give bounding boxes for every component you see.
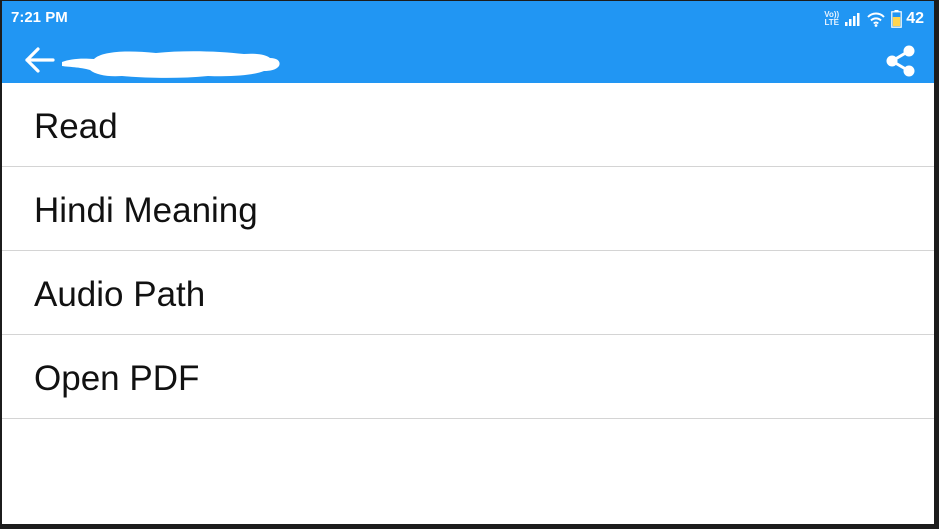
app-toolbar <box>2 35 934 83</box>
app-screen: 7:21 PM Vo)) LTE 42 Read Hindi Meaning A… <box>2 1 934 524</box>
redacted-title <box>62 51 280 78</box>
menu-item-label: Open PDF <box>34 358 200 398</box>
menu-item-label: Read <box>34 106 118 146</box>
menu-item-read[interactable]: Read <box>2 83 934 167</box>
status-icons: Vo)) LTE 42 <box>824 9 924 29</box>
menu-item-hindi-meaning[interactable]: Hindi Meaning <box>2 167 934 251</box>
volte-icon: Vo)) LTE <box>824 10 840 27</box>
arrow-left-icon[interactable] <box>22 45 56 75</box>
battery-icon <box>891 10 903 28</box>
menu-list: Read Hindi Meaning Audio Path Open PDF <box>2 83 934 419</box>
battery-level: 42 <box>906 10 924 27</box>
share-icon[interactable] <box>884 44 918 78</box>
menu-item-label: Audio Path <box>34 274 206 314</box>
status-bar: 7:21 PM Vo)) LTE 42 <box>2 1 934 35</box>
menu-item-label: Hindi Meaning <box>34 190 258 230</box>
status-time: 7:21 PM <box>11 9 68 26</box>
menu-item-audio-path[interactable]: Audio Path <box>2 251 934 335</box>
menu-item-open-pdf[interactable]: Open PDF <box>2 335 934 419</box>
signal-icon <box>845 13 860 26</box>
wifi-icon <box>867 12 885 27</box>
